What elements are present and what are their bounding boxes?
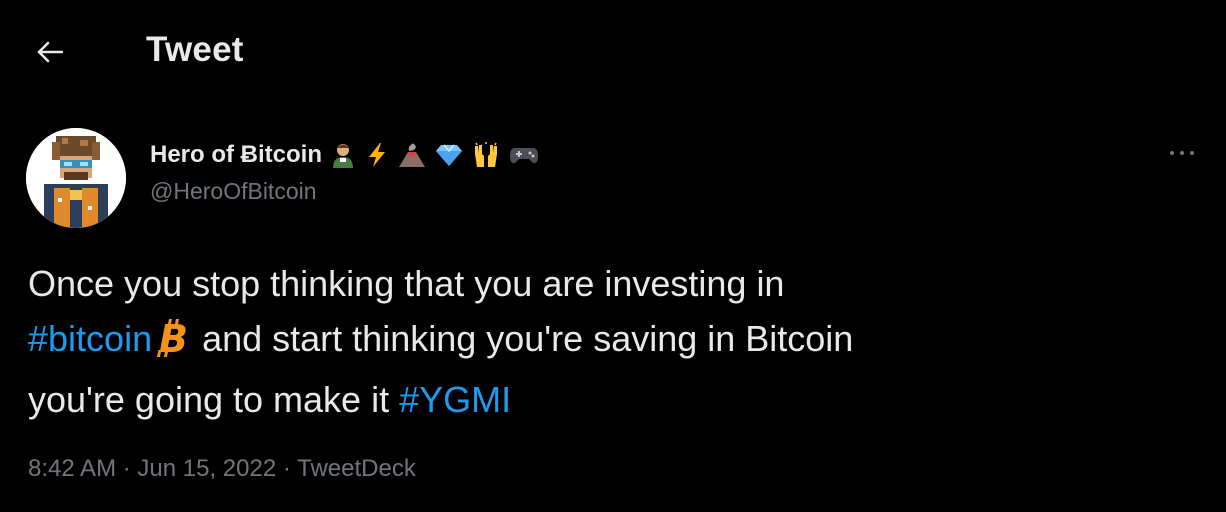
person-icon — [330, 142, 356, 168]
page-header: Tweet — [0, 0, 1226, 100]
author-name[interactable]: Hero of Ƀitcoin — [150, 141, 322, 169]
arrow-left-icon — [37, 41, 63, 63]
page-title: Tweet — [146, 30, 244, 69]
hashtag-bitcoin[interactable]: #bitcoin — [28, 318, 152, 359]
tweet-text: Once you stop thinking that you are inve… — [28, 256, 1208, 427]
back-button[interactable] — [30, 32, 70, 72]
diamond-icon — [435, 143, 463, 167]
tweet-meta: 8:42 AM · Jun 15, 2022 · TweetDeck — [28, 455, 416, 483]
hashtag-ygmi[interactable]: #YGMI — [399, 379, 511, 420]
tweet-source[interactable]: TweetDeck — [297, 455, 416, 482]
game-controller-icon — [509, 144, 539, 166]
tweet-text-line3: you're going to make it — [28, 379, 390, 420]
tweet-time[interactable]: 8:42 AM — [28, 455, 116, 482]
lightning-icon — [365, 142, 389, 168]
more-button[interactable] — [1160, 138, 1204, 168]
avatar[interactable] — [26, 128, 126, 228]
meta-separator: · — [282, 455, 291, 482]
bitcoin-icon: B — [156, 317, 190, 372]
more-dots-icon — [1170, 151, 1194, 155]
name-emojis — [330, 142, 539, 168]
volcano-icon — [398, 142, 426, 168]
tweet-date[interactable]: Jun 15, 2022 — [137, 455, 276, 482]
author-row: Hero of Ƀitcoin — [150, 137, 539, 173]
svg-text:B: B — [159, 319, 188, 357]
meta-separator: · — [122, 455, 131, 482]
author-handle[interactable]: @HeroOfBitcoin — [150, 178, 317, 205]
tweet-text-middle: and start thinking you're saving in Bitc… — [202, 318, 854, 359]
raised-hands-icon — [472, 142, 500, 168]
tweet-text-line1: Once you stop thinking that you are inve… — [28, 263, 785, 304]
